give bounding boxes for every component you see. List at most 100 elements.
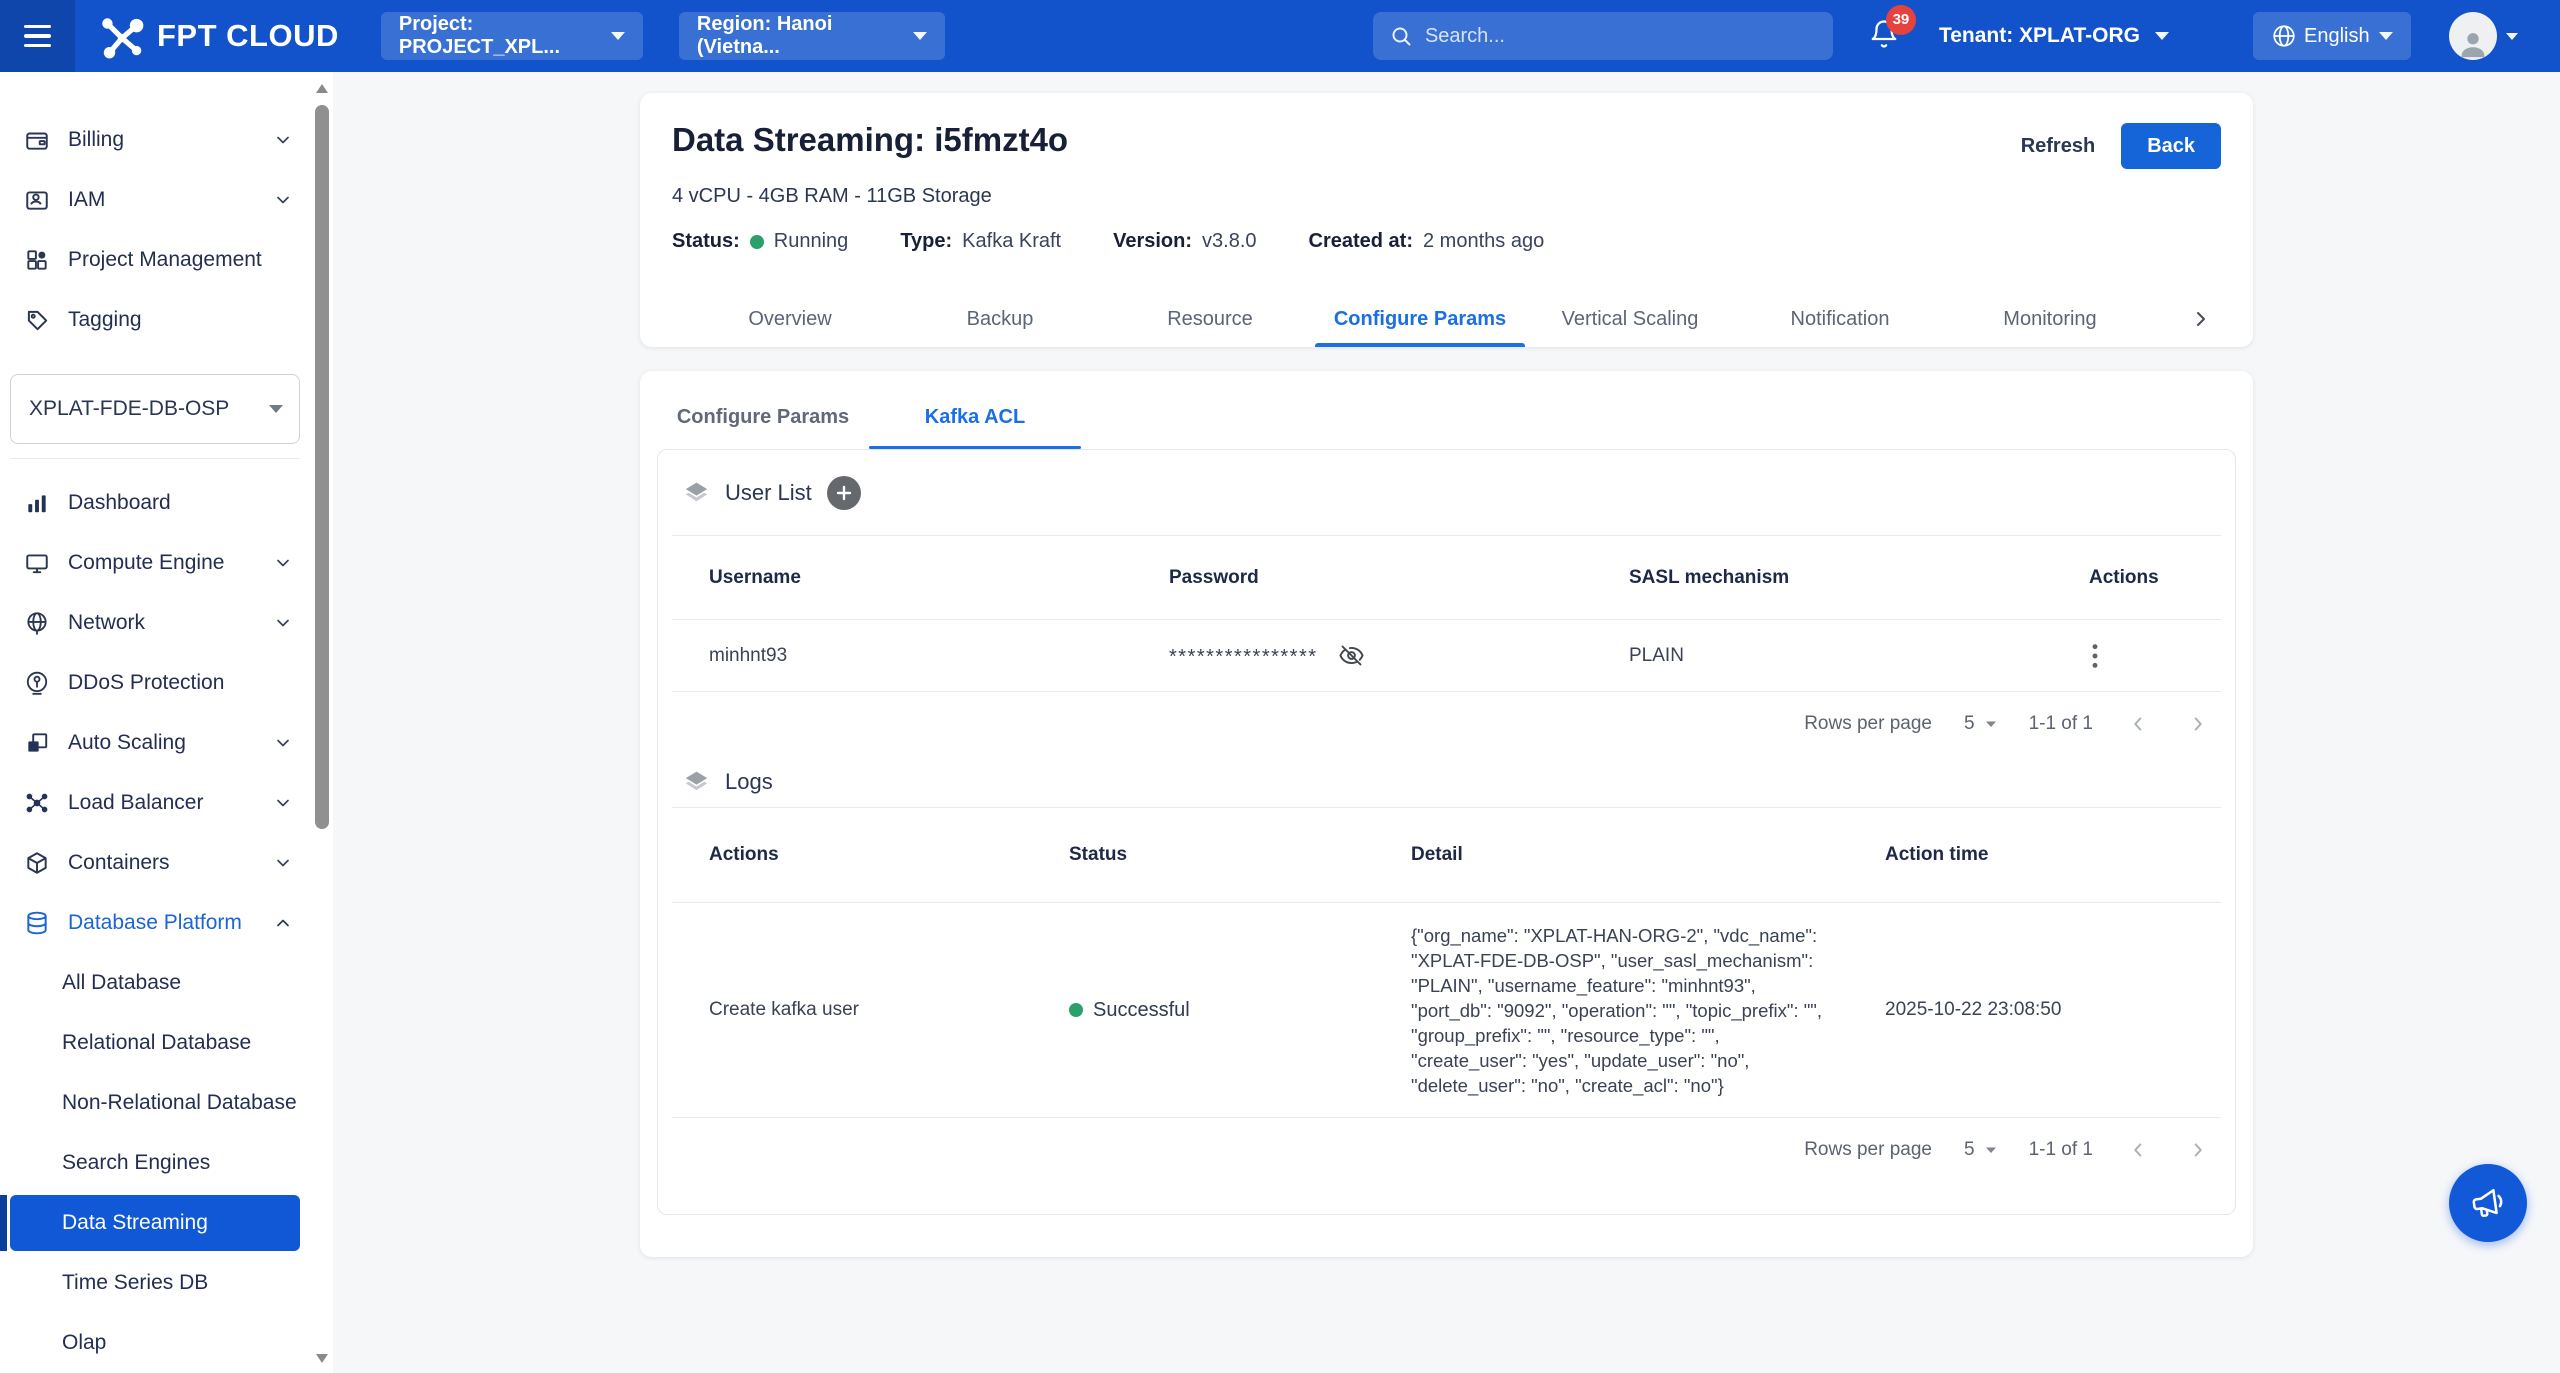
user-menu[interactable] (2449, 12, 2518, 60)
column-log-status: Status (1069, 844, 1411, 866)
scrollbar-down-arrow[interactable] (316, 1354, 328, 1363)
rows-per-page-select[interactable]: 5 (1964, 1139, 1997, 1161)
chevron-down-icon (2379, 32, 2393, 40)
global-search[interactable] (1373, 12, 1833, 60)
tabs-scroll-right-button[interactable] (2189, 307, 2213, 331)
sidebar-item-project-management[interactable]: Project Management (0, 230, 333, 290)
tab-resource[interactable]: Resource (1105, 291, 1315, 347)
sidebar-item-label: Non-Relational Database (62, 1091, 297, 1115)
select-caret-icon (1985, 720, 1997, 728)
subtab-configure-params[interactable]: Configure Params (657, 385, 869, 449)
sidebar-item-network[interactable]: Network (0, 593, 333, 653)
rows-per-page-label: Rows per page (1804, 1139, 1932, 1161)
sidebar-item-non-relational-database[interactable]: Non-Relational Database (0, 1073, 333, 1133)
add-user-button[interactable] (827, 476, 861, 510)
user-table-header: Username Password SASL mechanism Actions (672, 536, 2221, 620)
sidebar-item-olap[interactable]: Olap (0, 1313, 333, 1373)
sidebar-item-time-series-db[interactable]: Time Series DB (0, 1253, 333, 1313)
brand-logo[interactable]: FPT CLOUD (97, 11, 339, 61)
version-value: v3.8.0 (1202, 230, 1256, 253)
region-selector-label: Region: Hanoi (Vietna... (697, 13, 913, 59)
sidebar-item-database-platform[interactable]: Database Platform (0, 893, 333, 953)
sidebar-item-iam[interactable]: IAM (0, 170, 333, 230)
tag-icon (23, 307, 51, 333)
tab-overview[interactable]: Overview (685, 291, 895, 347)
created-label: Created at: (1309, 230, 1413, 253)
billing-icon (23, 127, 51, 153)
chevron-up-icon (273, 913, 293, 933)
tenant-selector[interactable]: Tenant: XPLAT-ORG (1939, 24, 2169, 48)
sidebar-item-compute-engine[interactable]: Compute Engine (0, 533, 333, 593)
rows-per-page-label: Rows per page (1804, 713, 1932, 735)
sidebar-item-dashboard[interactable]: Dashboard (0, 473, 333, 533)
log-time-cell: 2025-10-22 23:08:50 (1885, 999, 2221, 1021)
language-selector[interactable]: English (2253, 12, 2411, 60)
announcements-fab[interactable] (2449, 1164, 2527, 1242)
next-page-button[interactable] (2185, 711, 2211, 737)
sidebar-item-auto-scaling[interactable]: Auto Scaling (0, 713, 333, 773)
success-dot-icon (1069, 1003, 1083, 1017)
type-field: Type: Kafka Kraft (900, 230, 1061, 253)
chevron-down-icon (273, 733, 293, 753)
scrollbar-up-arrow[interactable] (316, 84, 328, 93)
rows-per-page-value: 5 (1964, 1139, 1975, 1161)
sidebar-item-billing[interactable]: Billing (0, 110, 333, 170)
chevron-right-icon (2187, 1139, 2209, 1161)
sidebar-item-load-balancer[interactable]: Load Balancer (0, 773, 333, 833)
subtab-kafka-acl[interactable]: Kafka ACL (869, 385, 1081, 449)
tab-notification[interactable]: Notification (1735, 291, 1945, 347)
menu-toggle-button[interactable] (0, 0, 75, 72)
column-password: Password (1169, 567, 1629, 589)
ddos-protection-icon (23, 670, 51, 696)
plus-icon (836, 485, 852, 501)
service-header-card: Data Streaming: i5fmzt4o Refresh Back 4 … (640, 93, 2253, 347)
sidebar-scrollbar[interactable] (315, 105, 329, 829)
notifications-button[interactable]: 39 (1869, 18, 1899, 55)
sidebar-item-containers[interactable]: Containers (0, 833, 333, 893)
column-username: Username (709, 567, 1169, 589)
rows-per-page-select[interactable]: 5 (1964, 713, 1997, 735)
sidebar-item-search-engines[interactable]: Search Engines (0, 1133, 333, 1193)
back-button[interactable]: Back (2121, 123, 2221, 169)
sidebar-item-relational-database[interactable]: Relational Database (0, 1013, 333, 1073)
pagination-range: 1-1 of 1 (2029, 713, 2093, 735)
sidebar-item-all-database[interactable]: All Database (0, 953, 333, 1013)
sidebar-item-label: Compute Engine (68, 551, 293, 575)
tab-configure-params[interactable]: Configure Params (1315, 291, 1525, 347)
column-sasl: SASL mechanism (1629, 567, 2089, 589)
toggle-password-visibility-button[interactable] (1336, 640, 1367, 671)
sidebar-item-label: Containers (68, 851, 293, 875)
project-selector[interactable]: Project: PROJECT_XPL... (381, 12, 643, 60)
tab-vertical-scaling[interactable]: Vertical Scaling (1525, 291, 1735, 347)
rows-per-page-value: 5 (1964, 713, 1975, 735)
next-page-button[interactable] (2185, 1137, 2211, 1163)
column-log-detail: Detail (1411, 844, 1885, 866)
search-input[interactable] (1425, 25, 1817, 48)
sidebar-item-label: Time Series DB (62, 1271, 208, 1295)
previous-page-button[interactable] (2125, 711, 2151, 737)
service-meta: Status: Running Type: Kafka Kraft Versio… (672, 230, 2221, 253)
tab-backup[interactable]: Backup (895, 291, 1105, 347)
sidebar-item-tagging[interactable]: Tagging (0, 290, 333, 350)
tab-monitoring[interactable]: Monitoring (1945, 291, 2155, 347)
sidebar-item-ddos-protection[interactable]: DDoS Protection (0, 653, 333, 713)
region-selector[interactable]: Region: Hanoi (Vietna... (679, 12, 945, 60)
type-label: Type: (900, 230, 952, 253)
chevron-down-icon (273, 190, 293, 210)
status-label: Status: (672, 230, 740, 253)
globe-icon (2271, 23, 2297, 49)
sidebar: Billing IAM Project Management Tagging X… (0, 72, 333, 1373)
status-dot-icon (750, 235, 764, 249)
status-value: Running (774, 230, 849, 253)
previous-page-button[interactable] (2125, 1137, 2151, 1163)
logs-pagination: Rows per page 5 1-1 of 1 (672, 1118, 2221, 1182)
chevron-right-icon (2189, 307, 2213, 331)
sidebar-item-label: All Database (62, 971, 181, 995)
row-actions-menu-button[interactable] (2089, 640, 2101, 672)
top-navigation-bar: FPT CLOUD Project: PROJECT_XPL... Region… (0, 0, 2560, 72)
vdc-selector[interactable]: XPLAT-FDE-DB-OSP (10, 374, 300, 444)
chevron-down-icon (273, 793, 293, 813)
megaphone-icon (2467, 1182, 2510, 1225)
refresh-button[interactable]: Refresh (2021, 135, 2095, 158)
sidebar-item-data-streaming[interactable]: Data Streaming (10, 1195, 300, 1251)
